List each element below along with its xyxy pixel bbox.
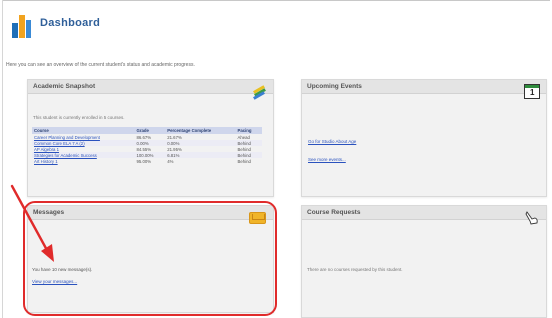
snapshot-icon <box>251 84 267 100</box>
frame-left-border <box>2 0 3 318</box>
dashboard-logo-icon <box>10 12 32 38</box>
no-requests-text: There are no courses requested by this s… <box>307 267 403 272</box>
grade-cell: 95.00% <box>136 158 152 164</box>
column-header: Course <box>32 127 135 134</box>
see-more-events-link[interactable]: See more events... <box>308 157 346 162</box>
page-title: Dashboard <box>40 17 101 29</box>
panel-title: Academic Snapshot <box>33 83 96 90</box>
panel-header: Course Requests <box>302 206 546 220</box>
page-intro: Here you can see an overview of the curr… <box>6 62 195 68</box>
course-request-hand-icon <box>525 211 538 225</box>
messages-highlight-outline <box>23 201 277 316</box>
column-header: Percentage Complete <box>165 127 236 134</box>
frame-top-border <box>2 0 550 1</box>
percent-complete-cell: 4% <box>167 158 174 164</box>
table-row: Art History 1 95.00% 4% Behind <box>32 158 262 164</box>
column-header: Grade <box>134 127 166 134</box>
course-link[interactable]: Art History 1 <box>32 158 134 164</box>
academic-snapshot-panel: Academic Snapshot This student is curren… <box>27 79 274 197</box>
table-header-row: Course Grade Percentage Complete Pacing <box>32 127 262 134</box>
panel-title: Upcoming Events <box>307 83 362 90</box>
courses-table: Course Grade Percentage Complete Pacing … <box>32 127 262 164</box>
panel-title: Course Requests <box>307 209 361 216</box>
column-header: Pacing <box>235 127 262 134</box>
event-link[interactable]: Go for Studio About Age <box>308 139 356 144</box>
pacing-cell: Behind <box>237 158 251 164</box>
panel-header: Academic Snapshot <box>28 80 273 94</box>
calendar-icon: 1 <box>524 84 540 99</box>
enrolled-text: This student is currently enrolled in 5 … <box>33 115 125 120</box>
course-requests-panel: Course Requests There are no courses req… <box>301 205 547 318</box>
panel-header: Upcoming Events <box>302 80 546 94</box>
upcoming-events-panel: Upcoming Events 1 Go for Studio About Ag… <box>301 79 547 197</box>
